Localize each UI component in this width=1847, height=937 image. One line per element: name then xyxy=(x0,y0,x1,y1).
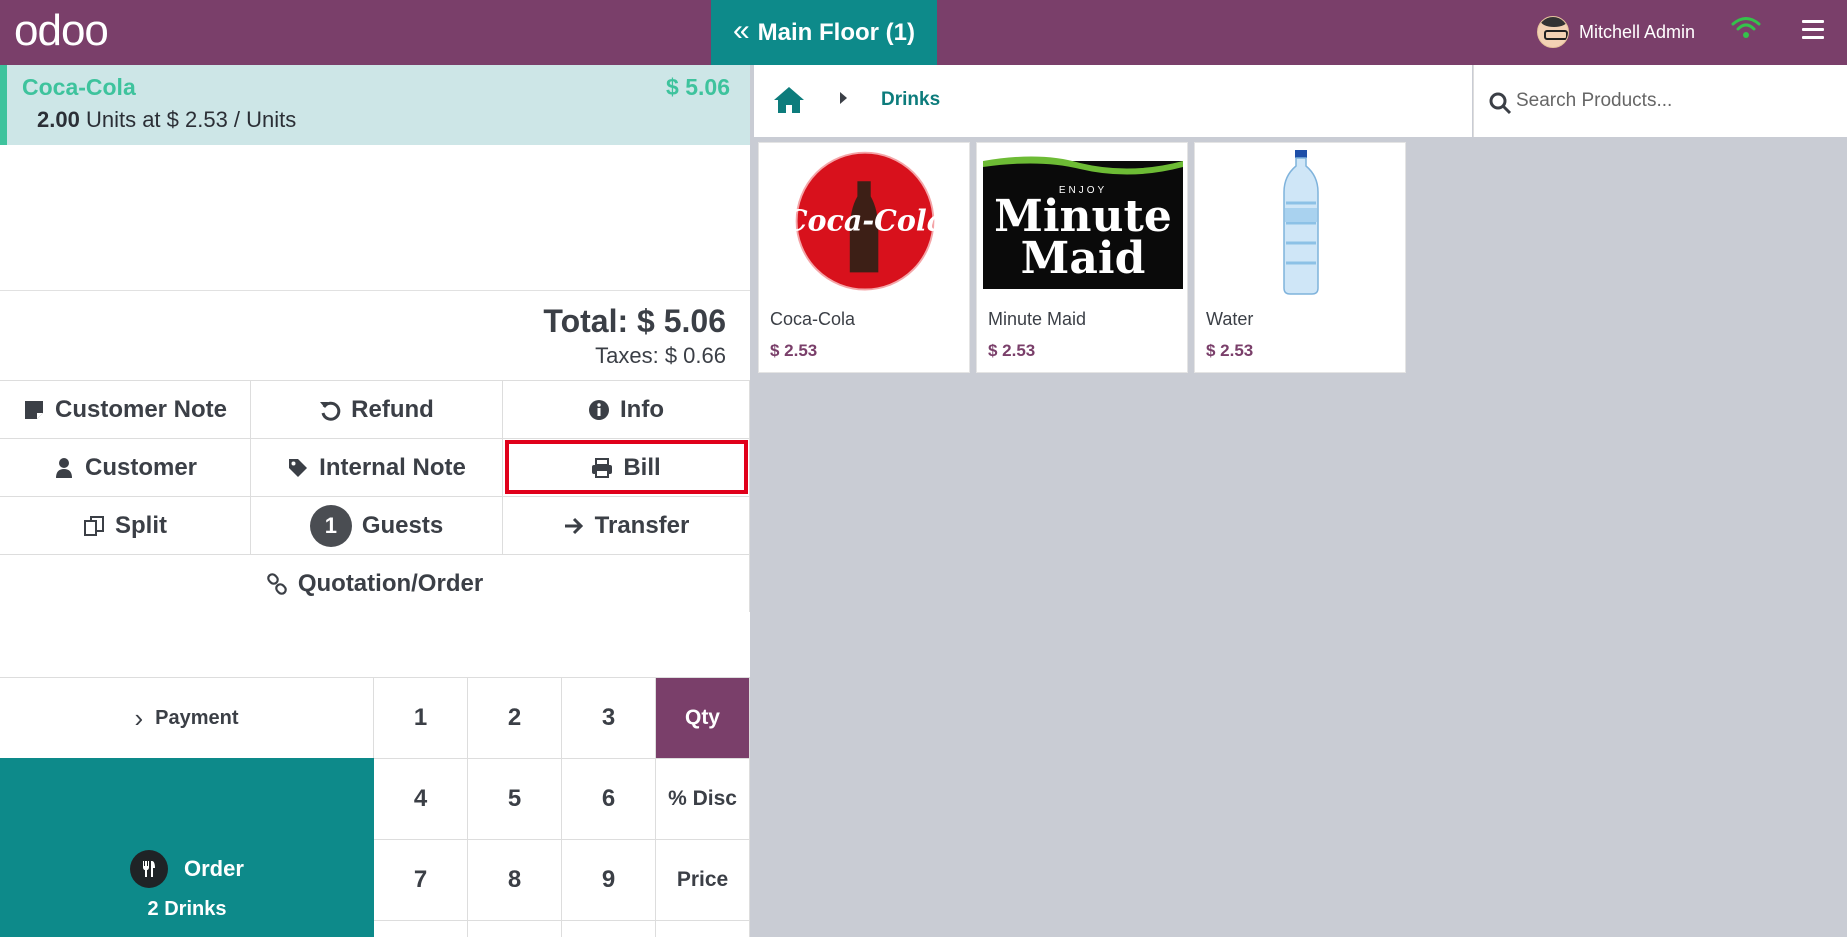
search-icon xyxy=(1489,92,1512,115)
copy-icon xyxy=(84,515,104,536)
product-card-water[interactable]: Water $ 2.53 xyxy=(1194,142,1406,373)
numpad-key-6[interactable]: 6 xyxy=(562,758,656,839)
numpad-key-1[interactable]: 1 xyxy=(374,677,468,758)
order-taxes: Taxes: $ 0.66 xyxy=(595,343,726,368)
order-line-product: Coca-Cola xyxy=(22,74,136,100)
main-floor-button[interactable]: « Main Floor (1) xyxy=(711,0,937,65)
order-panel: Coca-Cola $ 5.06 2.00 Units at $ 2.53 / … xyxy=(0,65,750,937)
water-bottle-image xyxy=(1195,143,1407,303)
product-name: Water xyxy=(1206,309,1254,329)
quotation-order-label: Quotation/Order xyxy=(297,569,484,597)
numpad-mode-qty[interactable]: Qty xyxy=(656,677,750,758)
bill-label: Bill xyxy=(623,453,661,481)
numpad-key-0[interactable]: 0 xyxy=(468,920,562,937)
order-line[interactable]: Coca-Cola $ 5.06 2.00 Units at $ 2.53 / … xyxy=(0,65,750,145)
hamburger-menu-icon[interactable] xyxy=(1802,20,1824,40)
floor-label: Main Floor (1) xyxy=(757,18,915,46)
caret-right-icon xyxy=(840,92,847,104)
guests-count-badge: 1 xyxy=(309,504,352,547)
coca-cola-logo-text: Coca-Cola xyxy=(789,204,941,238)
link-icon xyxy=(267,572,287,595)
split-button[interactable]: Split xyxy=(0,496,251,554)
avatar xyxy=(1537,16,1569,48)
minute-maid-text-2: Maid xyxy=(1021,233,1146,284)
user-name: Mitchell Admin xyxy=(1579,21,1696,42)
breadcrumb-drinks[interactable]: Drinks xyxy=(881,89,940,111)
order-line-price: $ 5.06 xyxy=(666,74,730,100)
transfer-label: Transfer xyxy=(594,511,690,539)
tag-icon xyxy=(289,458,308,477)
order-line-unit-detail: Units at $ 2.53 / Units xyxy=(85,107,297,132)
numpad-key-sign[interactable]: +/- xyxy=(374,920,468,937)
order-line-detail: 2.00 Units at $ 2.53 / Units xyxy=(37,107,296,133)
top-bar: odoo « Main Floor (1) Mitchell Admin xyxy=(0,0,1847,65)
customer-label: Customer xyxy=(84,453,198,481)
order-button-label: Order xyxy=(184,856,244,881)
numpad-key-7[interactable]: 7 xyxy=(374,839,468,920)
undo-icon xyxy=(320,401,341,421)
numpad-key-8[interactable]: 8 xyxy=(468,839,562,920)
product-price: $ 2.53 xyxy=(1206,341,1254,360)
sticky-note-icon xyxy=(24,400,43,419)
odoo-logo[interactable]: odoo xyxy=(14,8,109,54)
product-price: $ 2.53 xyxy=(770,341,818,360)
product-search xyxy=(1473,65,1847,137)
search-input[interactable] xyxy=(1516,81,1836,121)
product-name: Minute Maid xyxy=(988,309,1087,329)
coca-cola-image: Coca-Cola xyxy=(759,143,971,303)
split-label: Split xyxy=(115,511,167,539)
order-line-qty: 2.00 xyxy=(37,107,80,132)
info-icon xyxy=(589,399,609,420)
guests-label: Guests xyxy=(361,511,444,539)
numpad-key-5[interactable]: 5 xyxy=(468,758,562,839)
bill-button[interactable]: Bill xyxy=(503,438,750,496)
numpad-key-dot[interactable]: . xyxy=(562,920,656,937)
payment-button[interactable]: › Payment xyxy=(0,677,374,758)
numpad-key-2[interactable]: 2 xyxy=(468,677,562,758)
product-card-minute-maid[interactable]: ENJOY Minute Maid Minute Maid $ 2.53 xyxy=(976,142,1188,373)
product-card-coca-cola[interactable]: Coca-Cola Coca-Cola $ 2.53 xyxy=(758,142,970,373)
home-icon[interactable] xyxy=(772,85,806,115)
numpad-mode-discount[interactable]: % Disc xyxy=(656,758,750,839)
product-price: $ 2.53 xyxy=(988,341,1036,360)
internal-note-label: Internal Note xyxy=(319,453,466,481)
guests-button[interactable]: 1 Guests xyxy=(251,496,503,554)
refund-label: Refund xyxy=(351,395,434,423)
chevron-right-icon: › xyxy=(134,702,144,733)
arrow-right-icon xyxy=(564,517,583,534)
double-chevron-left-icon: « xyxy=(732,13,750,47)
category-breadcrumb: Drinks xyxy=(754,65,1472,137)
customer-note-label: Customer Note xyxy=(54,395,228,423)
order-button-subtitle: 2 Drinks xyxy=(147,898,227,920)
wifi-icon xyxy=(1731,17,1761,38)
order-button[interactable]: Order 2 Drinks xyxy=(0,758,374,937)
refund-button[interactable]: Refund xyxy=(251,380,503,438)
customer-note-button[interactable]: Customer Note xyxy=(0,380,251,438)
utensils-icon xyxy=(130,850,168,888)
order-total: Total: $ 5.06 xyxy=(543,303,726,339)
user-menu[interactable]: Mitchell Admin xyxy=(1537,12,1695,52)
product-name: Coca-Cola xyxy=(770,309,856,329)
numpad-mode-price[interactable]: Price xyxy=(656,839,750,920)
minute-maid-image: ENJOY Minute Maid xyxy=(977,143,1189,303)
customer-button[interactable]: Customer xyxy=(0,438,251,496)
printer-icon xyxy=(592,457,613,478)
info-label: Info xyxy=(620,395,664,423)
numpad-key-4[interactable]: 4 xyxy=(374,758,468,839)
transfer-button[interactable]: Transfer xyxy=(503,496,750,554)
payment-label: Payment xyxy=(155,706,239,729)
numpad-key-backspace[interactable] xyxy=(656,920,750,937)
info-button[interactable]: Info xyxy=(503,380,750,438)
internal-note-button[interactable]: Internal Note xyxy=(251,438,503,496)
numpad-key-3[interactable]: 3 xyxy=(562,677,656,758)
numpad-key-9[interactable]: 9 xyxy=(562,839,656,920)
quotation-order-button[interactable]: Quotation/Order xyxy=(0,554,750,612)
user-icon xyxy=(55,457,72,478)
